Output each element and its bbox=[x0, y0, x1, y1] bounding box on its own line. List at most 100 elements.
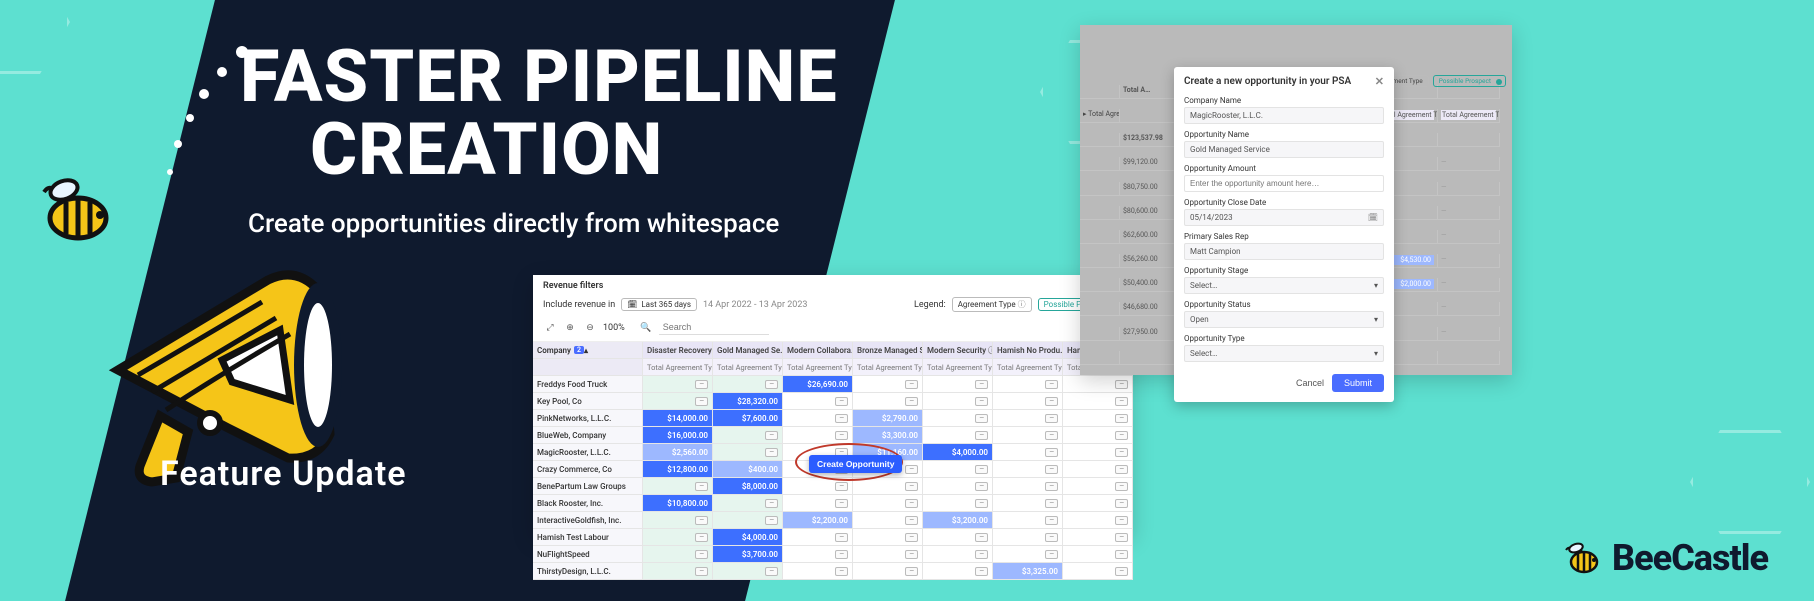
search-input[interactable] bbox=[659, 320, 769, 335]
table-cell[interactable]: — bbox=[923, 563, 993, 580]
company-cell[interactable]: MagicRooster, L.L.C. bbox=[533, 444, 643, 461]
company-cell[interactable]: Freddys Food Truck bbox=[533, 376, 643, 393]
table-cell[interactable]: — bbox=[1063, 444, 1133, 461]
company-cell[interactable]: PinkNetworks, L.L.C. bbox=[533, 410, 643, 427]
close-icon[interactable]: ✕ bbox=[1375, 75, 1384, 88]
company-cell[interactable]: BlueWeb, Company bbox=[533, 427, 643, 444]
table-cell[interactable]: — bbox=[783, 427, 853, 444]
table-cell[interactable]: — bbox=[783, 529, 853, 546]
column-header[interactable]: Modern Collabora… ⓘ bbox=[783, 342, 853, 359]
column-header[interactable]: Bronze Managed Ser… ⓘ bbox=[853, 342, 923, 359]
zoom-out-icon[interactable]: ⊖ bbox=[583, 321, 597, 335]
cancel-button[interactable]: Cancel bbox=[1296, 374, 1324, 392]
table-cell[interactable]: — bbox=[643, 512, 713, 529]
table-cell[interactable]: — bbox=[1063, 410, 1133, 427]
table-cell[interactable]: — bbox=[853, 546, 923, 563]
table-cell[interactable]: — bbox=[713, 563, 783, 580]
status-field[interactable]: Open▾ bbox=[1184, 311, 1384, 328]
type-field[interactable]: Select…▾ bbox=[1184, 345, 1384, 362]
table-cell[interactable]: — bbox=[993, 529, 1063, 546]
table-cell[interactable]: — bbox=[1063, 512, 1133, 529]
table-cell[interactable]: — bbox=[993, 393, 1063, 410]
legend-agreement-type[interactable]: Agreement Type ⓘ bbox=[952, 297, 1032, 312]
rep-field[interactable]: Matt Campion bbox=[1184, 243, 1384, 260]
table-cell[interactable]: — bbox=[713, 495, 783, 512]
table-cell[interactable]: — bbox=[993, 461, 1063, 478]
company-cell[interactable]: InteractiveGoldfish, Inc. bbox=[533, 512, 643, 529]
expand-icon[interactable]: ⤢ bbox=[543, 321, 557, 335]
table-cell[interactable]: — bbox=[993, 495, 1063, 512]
column-header[interactable]: Modern Security ⓘ bbox=[923, 342, 993, 359]
opp-name-field[interactable]: Gold Managed Service bbox=[1184, 141, 1384, 158]
table-cell[interactable]: — bbox=[923, 410, 993, 427]
table-cell[interactable]: — bbox=[993, 444, 1063, 461]
table-cell[interactable]: — bbox=[1063, 495, 1133, 512]
table-cell[interactable]: — bbox=[993, 410, 1063, 427]
table-cell[interactable]: — bbox=[643, 393, 713, 410]
table-cell[interactable]: — bbox=[993, 512, 1063, 529]
table-cell[interactable]: — bbox=[643, 376, 713, 393]
table-cell[interactable]: — bbox=[923, 529, 993, 546]
table-cell[interactable]: — bbox=[923, 495, 993, 512]
company-field[interactable]: MagicRooster, L.L.C. bbox=[1184, 107, 1384, 124]
zoom-in-icon[interactable]: ⊕ bbox=[563, 321, 577, 335]
company-cell[interactable]: Crazy Commerce, Co bbox=[533, 461, 643, 478]
table-cell[interactable]: — bbox=[853, 495, 923, 512]
table-cell[interactable]: — bbox=[923, 427, 993, 444]
table-cell[interactable]: — bbox=[783, 410, 853, 427]
table-cell[interactable]: — bbox=[1063, 546, 1133, 563]
close-date-field[interactable]: 05/14/2023 🗓 bbox=[1184, 209, 1384, 226]
table-cell[interactable]: — bbox=[923, 546, 993, 563]
company-cell[interactable]: NuFlightSpeed bbox=[533, 546, 643, 563]
table-cell[interactable]: — bbox=[1063, 376, 1133, 393]
table-cell[interactable]: — bbox=[713, 512, 783, 529]
table-cell[interactable]: — bbox=[783, 393, 853, 410]
table-cell[interactable]: — bbox=[783, 478, 853, 495]
column-header[interactable]: Hamish No Produ… ⓘ bbox=[993, 342, 1063, 359]
company-cell[interactable]: Black Rooster, Inc. bbox=[533, 495, 643, 512]
table-cell[interactable]: — bbox=[643, 529, 713, 546]
table-cell[interactable]: — bbox=[853, 376, 923, 393]
table-cell[interactable]: — bbox=[1063, 461, 1133, 478]
table-cell[interactable]: — bbox=[993, 478, 1063, 495]
table-cell[interactable]: — bbox=[713, 427, 783, 444]
table-cell[interactable]: — bbox=[1063, 427, 1133, 444]
table-cell[interactable]: — bbox=[853, 512, 923, 529]
table-cell[interactable]: — bbox=[853, 563, 923, 580]
table-cell[interactable]: — bbox=[1063, 393, 1133, 410]
submit-button[interactable]: Submit bbox=[1332, 374, 1384, 392]
column-header[interactable]: Disaster Recovery ⓘ bbox=[643, 342, 713, 359]
stage-field[interactable]: Select…▾ bbox=[1184, 277, 1384, 294]
table-cell[interactable]: — bbox=[1063, 563, 1133, 580]
table-cell[interactable]: — bbox=[643, 546, 713, 563]
table-cell[interactable]: — bbox=[923, 393, 993, 410]
legend-possible-prospect[interactable]: Possible Prospect bbox=[1433, 75, 1506, 87]
table-cell[interactable]: — bbox=[783, 495, 853, 512]
table-cell[interactable]: — bbox=[713, 376, 783, 393]
company-cell[interactable]: Key Pool, Co bbox=[533, 393, 643, 410]
table-cell[interactable]: — bbox=[783, 546, 853, 563]
company-cell[interactable]: Hamish Test Labour bbox=[533, 529, 643, 546]
table-cell[interactable]: — bbox=[853, 529, 923, 546]
table-cell[interactable]: — bbox=[643, 478, 713, 495]
table-cell[interactable]: — bbox=[923, 376, 993, 393]
table-cell[interactable]: — bbox=[923, 461, 993, 478]
table-cell[interactable]: — bbox=[853, 478, 923, 495]
company-cell[interactable]: ThirstyDesign, L.L.C. bbox=[533, 563, 643, 580]
date-preset-pill[interactable]: 🗓 Last 365 days bbox=[621, 298, 697, 311]
company-cell[interactable]: BenePartum Law Groups bbox=[533, 478, 643, 495]
table-cell[interactable]: — bbox=[993, 376, 1063, 393]
column-header[interactable]: Gold Managed Se… ⓘ bbox=[713, 342, 783, 359]
table-cell[interactable]: — bbox=[853, 393, 923, 410]
company-header[interactable]: Company 2 ▴ bbox=[533, 342, 643, 359]
table-cell[interactable]: — bbox=[783, 563, 853, 580]
table-cell[interactable]: — bbox=[993, 546, 1063, 563]
table-cell[interactable]: — bbox=[923, 478, 993, 495]
table-cell[interactable]: — bbox=[993, 427, 1063, 444]
amount-field[interactable] bbox=[1184, 175, 1384, 192]
table-cell[interactable]: — bbox=[1063, 529, 1133, 546]
table-cell[interactable]: — bbox=[713, 444, 783, 461]
table-cell[interactable]: — bbox=[643, 563, 713, 580]
table-cell[interactable]: — bbox=[1063, 478, 1133, 495]
create-opportunity-button[interactable]: Create Opportunity bbox=[809, 455, 902, 473]
